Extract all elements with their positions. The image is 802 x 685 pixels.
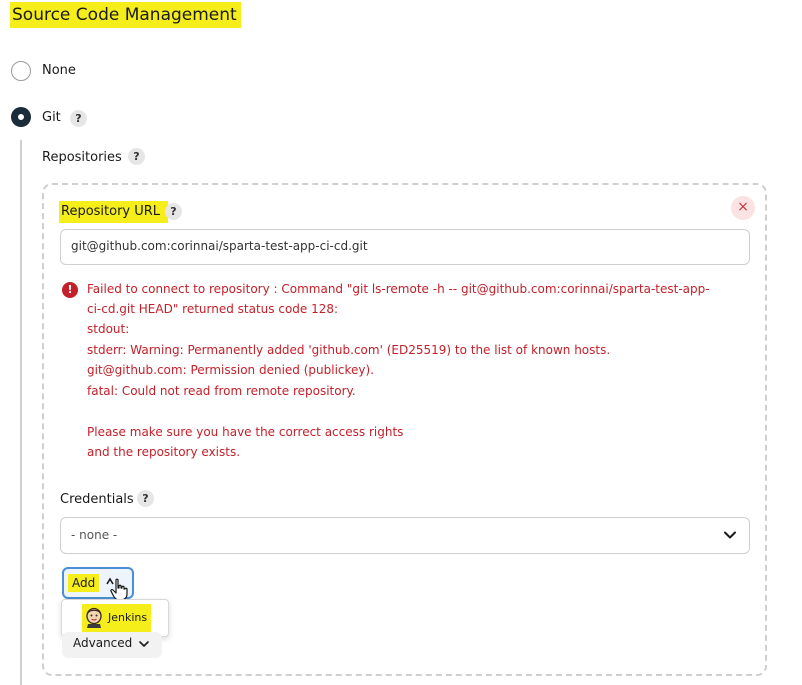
radio-git[interactable] xyxy=(11,107,31,127)
error-line: stdout: xyxy=(87,322,130,336)
menu-item-jenkins-label[interactable]: Jenkins xyxy=(108,611,147,624)
error-line: and the repository exists. xyxy=(87,445,241,459)
section-title: Source Code Management xyxy=(10,2,241,28)
chevron-down-icon[interactable] xyxy=(722,527,738,543)
radio-none[interactable] xyxy=(11,61,31,81)
radio-git-label[interactable]: Git xyxy=(42,110,61,125)
repository-url-help-icon[interactable]: ? xyxy=(165,203,182,220)
section-indent-line xyxy=(20,140,22,685)
jenkins-logo-icon xyxy=(86,607,102,628)
error-line: Please make sure you have the correct ac… xyxy=(87,425,404,439)
git-help-icon[interactable]: ? xyxy=(70,110,87,127)
credentials-label: Credentials xyxy=(60,492,134,507)
repositories-help-icon[interactable]: ? xyxy=(128,148,145,165)
repository-url-input[interactable]: git@github.com:corinnai/sparta-test-app-… xyxy=(60,229,750,265)
add-button-label[interactable]: Add xyxy=(68,574,100,592)
chevron-down-icon[interactable] xyxy=(138,638,150,650)
credentials-select[interactable]: - none - xyxy=(60,517,750,554)
repository-url-label: Repository URL xyxy=(59,201,169,223)
error-line: stderr: Warning: Permanently added 'gith… xyxy=(87,343,611,357)
radio-none-label[interactable]: None xyxy=(42,63,76,78)
error-line: ci-cd.git HEAD" returned status code 128… xyxy=(87,302,339,316)
error-line: Failed to connect to repository : Comman… xyxy=(87,282,710,296)
error-line: fatal: Could not read from remote reposi… xyxy=(87,384,356,398)
close-icon[interactable]: × xyxy=(731,196,755,220)
credentials-help-icon[interactable]: ? xyxy=(137,490,154,507)
error-line: git@github.com: Permission denied (publi… xyxy=(87,363,375,377)
repositories-label: Repositories xyxy=(42,150,122,165)
error-icon: ! xyxy=(62,282,78,298)
advanced-label[interactable]: Advanced xyxy=(73,636,132,650)
